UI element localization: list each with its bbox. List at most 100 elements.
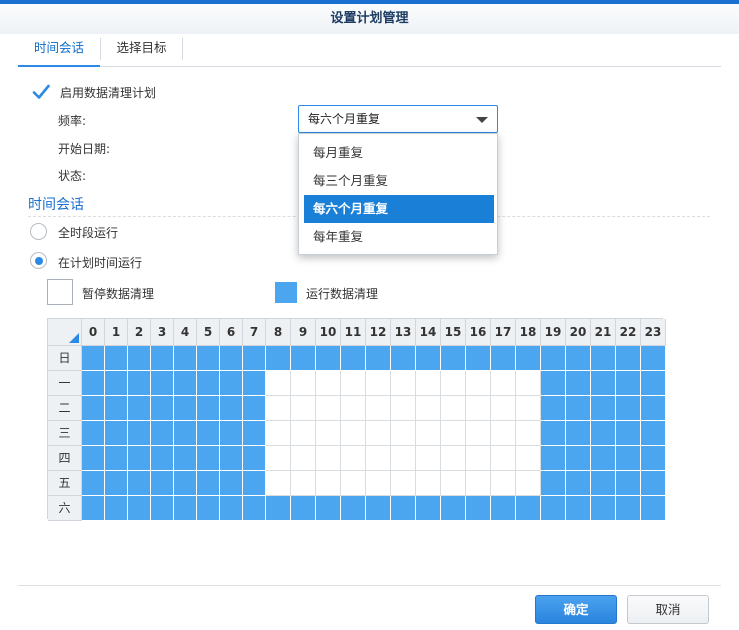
schedule-cell[interactable] bbox=[151, 371, 174, 396]
schedule-cell[interactable] bbox=[151, 446, 174, 471]
schedule-cell[interactable] bbox=[541, 496, 566, 521]
schedule-cell[interactable] bbox=[266, 346, 291, 371]
schedule-cell[interactable] bbox=[416, 396, 441, 421]
schedule-cell[interactable] bbox=[616, 446, 641, 471]
schedule-cell[interactable] bbox=[220, 471, 243, 496]
schedule-cell[interactable] bbox=[466, 421, 491, 446]
schedule-cell[interactable] bbox=[341, 471, 366, 496]
schedule-cell[interactable] bbox=[151, 421, 174, 446]
schedule-cell[interactable] bbox=[416, 346, 441, 371]
schedule-cell[interactable] bbox=[291, 346, 316, 371]
schedule-cell[interactable] bbox=[291, 421, 316, 446]
schedule-cell[interactable] bbox=[341, 371, 366, 396]
schedule-cell[interactable] bbox=[128, 371, 151, 396]
schedule-cell[interactable] bbox=[366, 371, 391, 396]
schedule-cell[interactable] bbox=[82, 496, 105, 521]
schedule-cell[interactable] bbox=[416, 446, 441, 471]
schedule-cell[interactable] bbox=[516, 471, 541, 496]
schedule-cell[interactable] bbox=[197, 421, 220, 446]
schedule-cell[interactable] bbox=[82, 446, 105, 471]
schedule-cell[interactable] bbox=[220, 346, 243, 371]
schedule-cell[interactable] bbox=[441, 471, 466, 496]
schedule-cell[interactable] bbox=[266, 396, 291, 421]
hour-header[interactable]: 0 bbox=[82, 319, 105, 346]
schedule-cell[interactable] bbox=[441, 396, 466, 421]
schedule-cell[interactable] bbox=[266, 496, 291, 521]
schedule-cell[interactable] bbox=[441, 446, 466, 471]
hour-header[interactable]: 7 bbox=[243, 319, 266, 346]
schedule-cell[interactable] bbox=[291, 371, 316, 396]
schedule-cell[interactable] bbox=[391, 396, 416, 421]
schedule-cell[interactable] bbox=[128, 346, 151, 371]
schedule-cell[interactable] bbox=[516, 446, 541, 471]
hour-header[interactable]: 21 bbox=[591, 319, 616, 346]
schedule-cell[interactable] bbox=[616, 471, 641, 496]
schedule-cell[interactable] bbox=[566, 346, 591, 371]
schedule-cell[interactable] bbox=[491, 446, 516, 471]
schedule-cell[interactable] bbox=[243, 371, 266, 396]
schedule-cell[interactable] bbox=[541, 371, 566, 396]
hour-header[interactable]: 11 bbox=[341, 319, 366, 346]
hour-header[interactable]: 12 bbox=[366, 319, 391, 346]
schedule-cell[interactable] bbox=[566, 496, 591, 521]
schedule-cell[interactable] bbox=[316, 446, 341, 471]
schedule-cell[interactable] bbox=[641, 346, 666, 371]
schedule-cell[interactable] bbox=[151, 471, 174, 496]
hour-header[interactable]: 20 bbox=[566, 319, 591, 346]
schedule-cell[interactable] bbox=[105, 396, 128, 421]
schedule-cell[interactable] bbox=[466, 346, 491, 371]
schedule-cell[interactable] bbox=[366, 496, 391, 521]
hour-header[interactable]: 22 bbox=[616, 319, 641, 346]
schedule-cell[interactable] bbox=[416, 371, 441, 396]
day-header[interactable]: 二 bbox=[48, 396, 82, 421]
schedule-cell[interactable] bbox=[316, 346, 341, 371]
schedule-cell[interactable] bbox=[466, 446, 491, 471]
hour-header[interactable]: 10 bbox=[316, 319, 341, 346]
run-all-time-radio[interactable] bbox=[30, 223, 47, 240]
schedule-cell[interactable] bbox=[391, 496, 416, 521]
schedule-cell[interactable] bbox=[105, 421, 128, 446]
run-scheduled-radio[interactable] bbox=[30, 252, 47, 269]
hour-header[interactable]: 5 bbox=[197, 319, 220, 346]
hour-header[interactable]: 16 bbox=[466, 319, 491, 346]
schedule-cell[interactable] bbox=[128, 496, 151, 521]
schedule-cell[interactable] bbox=[341, 346, 366, 371]
schedule-cell[interactable] bbox=[516, 371, 541, 396]
schedule-cell[interactable] bbox=[105, 496, 128, 521]
schedule-cell[interactable] bbox=[641, 446, 666, 471]
schedule-cell[interactable] bbox=[541, 446, 566, 471]
hour-header[interactable]: 15 bbox=[441, 319, 466, 346]
schedule-cell[interactable] bbox=[591, 471, 616, 496]
schedule-cell[interactable] bbox=[128, 471, 151, 496]
schedule-cell[interactable] bbox=[243, 421, 266, 446]
hour-header[interactable]: 3 bbox=[151, 319, 174, 346]
schedule-cell[interactable] bbox=[82, 371, 105, 396]
schedule-cell[interactable] bbox=[616, 396, 641, 421]
day-header[interactable]: 一 bbox=[48, 371, 82, 396]
day-header[interactable]: 六 bbox=[48, 496, 82, 521]
schedule-cell[interactable] bbox=[243, 496, 266, 521]
hour-header[interactable]: 14 bbox=[416, 319, 441, 346]
schedule-cell[interactable] bbox=[641, 421, 666, 446]
schedule-cell[interactable] bbox=[391, 446, 416, 471]
schedule-cell[interactable] bbox=[174, 496, 197, 521]
schedule-cell[interactable] bbox=[491, 371, 516, 396]
schedule-cell[interactable] bbox=[220, 421, 243, 446]
schedule-cell[interactable] bbox=[316, 421, 341, 446]
schedule-cell[interactable] bbox=[391, 421, 416, 446]
hour-header[interactable]: 9 bbox=[291, 319, 316, 346]
schedule-cell[interactable] bbox=[316, 371, 341, 396]
schedule-cell[interactable] bbox=[174, 346, 197, 371]
schedule-cell[interactable] bbox=[174, 396, 197, 421]
schedule-cell[interactable] bbox=[441, 346, 466, 371]
schedule-cell[interactable] bbox=[316, 471, 341, 496]
schedule-cell[interactable] bbox=[82, 346, 105, 371]
schedule-cell[interactable] bbox=[541, 396, 566, 421]
schedule-cell[interactable] bbox=[366, 421, 391, 446]
hour-header[interactable]: 6 bbox=[220, 319, 243, 346]
cancel-button[interactable]: 取消 bbox=[627, 595, 709, 624]
schedule-cell[interactable] bbox=[441, 496, 466, 521]
schedule-cell[interactable] bbox=[541, 471, 566, 496]
hour-header[interactable]: 2 bbox=[128, 319, 151, 346]
schedule-cell[interactable] bbox=[151, 346, 174, 371]
